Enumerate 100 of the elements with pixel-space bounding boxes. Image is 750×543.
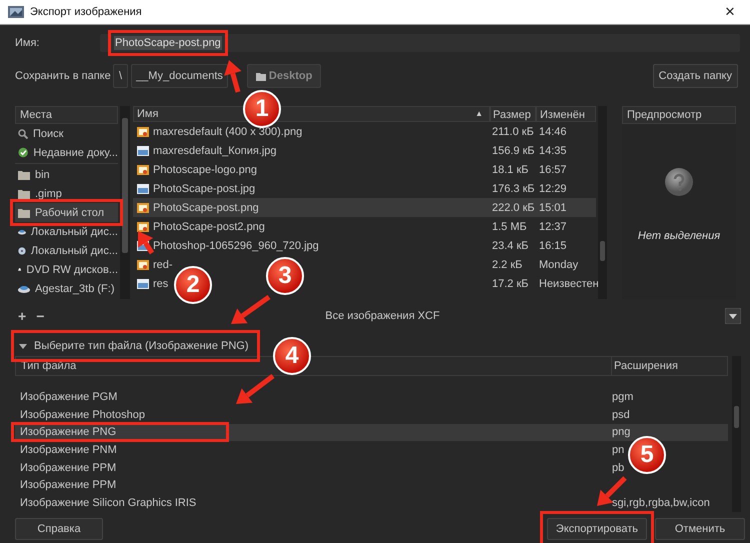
disc-icon (18, 244, 26, 256)
file-name: PhotoScape-post2.png (153, 220, 265, 232)
file-extension: png (612, 426, 630, 438)
file-date: 16:57 (538, 164, 568, 176)
path-button[interactable]: \ (113, 64, 128, 88)
file-date: 12:29 (538, 182, 568, 194)
image-file-icon (137, 278, 149, 288)
file-extension: pb (612, 462, 624, 474)
window-title: Экспорт изображения (30, 6, 142, 18)
arrow (224, 60, 242, 93)
file-date: 14:46 (538, 126, 568, 138)
field-value: PhotoScape-post.png (114, 36, 222, 50)
file-size: 1.5 МБ (491, 220, 528, 232)
file-date: Monday (538, 258, 580, 270)
file-size: 2.2 кБ (491, 258, 524, 270)
file-type-name: Изображение PGM (20, 390, 118, 403)
file-date: 12:37 (538, 220, 568, 232)
arrow (236, 374, 274, 404)
file-extension: psd (612, 408, 630, 421)
help-bubble-icon (664, 167, 694, 197)
place-item[interactable]: bin (15, 165, 118, 184)
path-button[interactable]: __My_documents (131, 64, 228, 88)
expander-toggle[interactable]: Выберите тип файла (Изображение PNG) (18, 336, 252, 356)
file-size: 222.0 кБ (491, 202, 536, 214)
arrow (231, 294, 270, 324)
column-header[interactable]: Имя (137, 106, 158, 122)
search-icon (18, 128, 28, 138)
close-button[interactable]: × (710, 0, 750, 24)
column-header[interactable]: Размер (490, 106, 536, 122)
name-field[interactable]: PhotoScape-post.png (100, 34, 740, 52)
folder-icon (18, 208, 30, 218)
file-size: 23.4 кБ (491, 240, 530, 252)
file-date: Неизвестен (538, 278, 596, 290)
place-item[interactable]: Поиск (15, 124, 118, 143)
image-file-icon (137, 202, 149, 212)
column-header[interactable]: Расширения (611, 357, 727, 375)
cancel-button[interactable]: Отменить (655, 518, 745, 540)
image-file-icon (137, 260, 149, 270)
place-item[interactable]: DVD RW дисков... (15, 260, 118, 279)
file-size: 211.0 кБ (491, 126, 535, 138)
arrow (138, 231, 154, 254)
folder-icon (18, 188, 30, 198)
file-size: 176.3 кБ (491, 182, 536, 194)
file-name: res (153, 278, 168, 290)
image-file-icon (137, 146, 149, 156)
file-type-row[interactable]: Изображение PNG png (15, 424, 728, 442)
image-file-icon (137, 222, 149, 232)
image-file-icon (137, 184, 149, 194)
scrollbar[interactable] (120, 106, 130, 299)
place-item[interactable]: Agestar_3tb (F:) (15, 279, 118, 298)
file-type-name: Изображение PNM (20, 444, 117, 456)
file-name: PhotoScape-post.jpg (153, 182, 256, 194)
file-extension: pn (612, 444, 624, 456)
add-button[interactable]: + (15, 308, 30, 324)
file-extension: pgm (612, 390, 634, 403)
file-name: maxresdefault (400 x 300).png (153, 126, 302, 138)
triangle-icon (18, 342, 28, 350)
column-header[interactable]: Изменён (536, 106, 596, 122)
file-name: Photoscape-logo.png (153, 164, 257, 176)
path-button[interactable]: Desktop (246, 64, 322, 88)
panel-header: Предпросмотр (622, 106, 736, 124)
file-type-name: Изображение PPM (20, 479, 116, 492)
file-size: 156.9 кБ (491, 144, 536, 156)
remove-button[interactable]: − (33, 308, 48, 324)
filter-dropdown[interactable]: Все изображения XCF (130, 310, 725, 322)
file-name: maxresdefault_Копия.jpg (153, 144, 277, 156)
sort-arrow: ▲ (475, 108, 484, 120)
place-item[interactable]: Рабочий стол (15, 203, 118, 222)
file-size: 18.1 кБ (491, 164, 530, 176)
file-name: Photoshop-1065296_960_720.jpg (153, 240, 319, 252)
place-item[interactable]: Локальный дис... (15, 222, 118, 241)
create-folder-button[interactable]: Создать папку (652, 64, 738, 88)
file-row[interactable]: PhotoScape-post.png 222.0 кБ 15:01 (133, 198, 596, 217)
drive-icon (18, 284, 30, 294)
file-type-name: Изображение PPM (20, 462, 116, 474)
file-type-name: Изображение Photoshop (20, 408, 145, 421)
app-icon (8, 6, 24, 18)
file-type-name: Изображение PNG (20, 426, 116, 438)
scrollbar[interactable] (732, 356, 741, 512)
field-label: Сохранить в папке (15, 70, 112, 82)
preview-message: Нет выделения (638, 230, 720, 242)
folder-icon (18, 170, 30, 180)
field-label: Имя: (15, 37, 40, 49)
file-name: PhotoScape-post.png (153, 202, 259, 214)
file-date: 14:35 (538, 144, 568, 156)
image-file-icon (137, 126, 149, 136)
file-extension: sgi,rgb,rgba,bw,icon (612, 497, 710, 510)
place-item[interactable]: Недавние доку... (15, 143, 118, 162)
scrollbar[interactable] (598, 106, 607, 299)
file-date: 15:01 (538, 202, 568, 214)
file-size: 17.2 кБ (491, 278, 530, 290)
export-button[interactable]: Экспортировать (546, 518, 647, 540)
column-header[interactable]: Места (15, 106, 118, 124)
place-item[interactable]: .gimp (15, 184, 118, 203)
dropdown-arrow-icon (725, 308, 741, 324)
place-item[interactable]: Локальный дис... (15, 241, 118, 260)
checkmark-icon (18, 147, 28, 158)
file-type-name: Изображение Silicon Graphics IRIS (20, 497, 196, 510)
help-button[interactable]: Справка (15, 518, 103, 540)
image-file-icon (137, 164, 149, 174)
